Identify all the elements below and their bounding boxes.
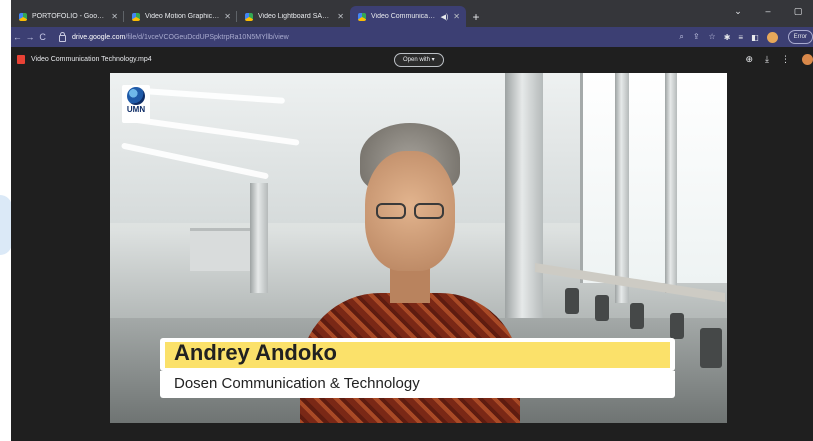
- more-options-icon[interactable]: ⋮: [781, 54, 790, 65]
- column: [615, 73, 629, 303]
- profile-error-chip[interactable]: Error: [787, 30, 813, 44]
- chair: [670, 313, 684, 339]
- close-icon[interactable]: ✕: [453, 12, 460, 21]
- google-drive-icon: [132, 12, 140, 21]
- speaker-glasses: [372, 203, 448, 221]
- speaker-name: Andrey Andoko: [174, 340, 337, 365]
- tab-title: PORTOFOLIO - Google Drive: [32, 13, 107, 20]
- close-icon[interactable]: ✕: [224, 12, 231, 21]
- google-drive-icon: [19, 12, 27, 21]
- file-name: Video Communication Technology.mp4: [31, 56, 152, 63]
- drive-actions: ⊕ ⤓ ⋮: [745, 54, 813, 65]
- profile-avatar[interactable]: [766, 31, 778, 43]
- url-path: /file/d/1vceVCOGeuDcdUPSpktrpRa10N5MYllb…: [125, 33, 289, 41]
- drive-preview-bar: Video Communication Technology.mp4 Open …: [11, 47, 813, 72]
- address-bar[interactable]: drive.google.com /file/d/1vceVCOGeuDcdUP…: [55, 29, 716, 45]
- lock-icon[interactable]: [59, 31, 67, 42]
- open-with-button[interactable]: Open with ▾: [394, 53, 444, 67]
- tab-strip: PORTOFOLIO - Google Drive ✕ Video Motion…: [11, 0, 813, 27]
- role-bar: Dosen Communication & Technology: [160, 371, 675, 398]
- share-icon[interactable]: ⇪: [693, 32, 700, 42]
- umn-logo-mark: [127, 87, 145, 105]
- tab-title: Video Motion Graphic & Tutori: [145, 13, 219, 20]
- tab-video-communication[interactable]: Video Communication Tech ◀) ✕: [350, 6, 466, 27]
- tab-video-lightboard[interactable]: Video Lightboard SAE.mp4 - Go ✕: [237, 6, 350, 27]
- column: [665, 73, 677, 293]
- reload-icon[interactable]: C: [36, 32, 49, 42]
- preview-bottom-area: [11, 423, 813, 441]
- tab-search-icon[interactable]: ⌄: [723, 2, 753, 20]
- chair: [565, 288, 579, 314]
- forward-icon[interactable]: →: [24, 32, 37, 42]
- zoom-icon[interactable]: ⌕: [679, 32, 683, 42]
- chair: [700, 328, 722, 368]
- minimize-button[interactable]: –: [753, 2, 783, 20]
- tab-video-motion-graphic[interactable]: Video Motion Graphic & Tutori ✕: [124, 6, 237, 27]
- window-controls: ⌄ – ▢: [723, 2, 813, 20]
- media-control-icon[interactable]: ≡: [738, 33, 743, 42]
- tab-title: Video Lightboard SAE.mp4 - Go: [258, 13, 332, 20]
- glass-window: [580, 73, 727, 283]
- address-toolbar: ← → C drive.google.com /file/d/1vceVCOGe…: [11, 27, 813, 47]
- browser-window: PORTOFOLIO - Google Drive ✕ Video Motion…: [11, 0, 813, 441]
- chair: [630, 303, 644, 329]
- reception-counter: [190, 228, 250, 271]
- add-shortcut-icon[interactable]: ⊕: [745, 54, 753, 65]
- maximize-button[interactable]: ▢: [783, 2, 813, 20]
- google-drive-icon: [245, 12, 253, 21]
- address-bar-actions: ⌕ ⇪ ☆: [679, 32, 715, 42]
- close-icon[interactable]: ✕: [337, 12, 344, 21]
- account-avatar[interactable]: [802, 54, 813, 65]
- umn-logo-text: UMN: [126, 105, 146, 114]
- name-bar: Andrey Andoko: [160, 338, 675, 371]
- tab-title: Video Communication Tech: [371, 13, 436, 20]
- column: [250, 183, 268, 293]
- download-icon[interactable]: ⤓: [765, 54, 769, 65]
- close-icon[interactable]: ✕: [111, 12, 118, 21]
- bookmark-star-icon[interactable]: ☆: [709, 32, 716, 42]
- column: [505, 73, 543, 333]
- url-host: drive.google.com: [72, 33, 126, 41]
- google-drive-icon: [358, 12, 366, 21]
- extension-icons: ✱ ≡ ◧ Error: [724, 30, 813, 44]
- new-tab-button[interactable]: +: [466, 6, 486, 27]
- audio-playing-icon[interactable]: ◀): [441, 13, 449, 21]
- chair: [595, 295, 609, 321]
- extensions-puzzle-icon[interactable]: ✱: [724, 33, 731, 42]
- lower-third-caption: Andrey Andoko Dosen Communication & Tech…: [160, 338, 675, 398]
- video-file-icon: [17, 55, 25, 64]
- back-icon[interactable]: ←: [11, 32, 24, 42]
- video-player[interactable]: UMN Andrey Andoko Dosen Communication & …: [110, 73, 727, 423]
- side-panel-icon[interactable]: ◧: [751, 33, 759, 42]
- speaker-role: Dosen Communication & Technology: [174, 375, 420, 392]
- umn-logo: UMN: [122, 85, 150, 123]
- tab-portofolio[interactable]: PORTOFOLIO - Google Drive ✕: [11, 6, 124, 27]
